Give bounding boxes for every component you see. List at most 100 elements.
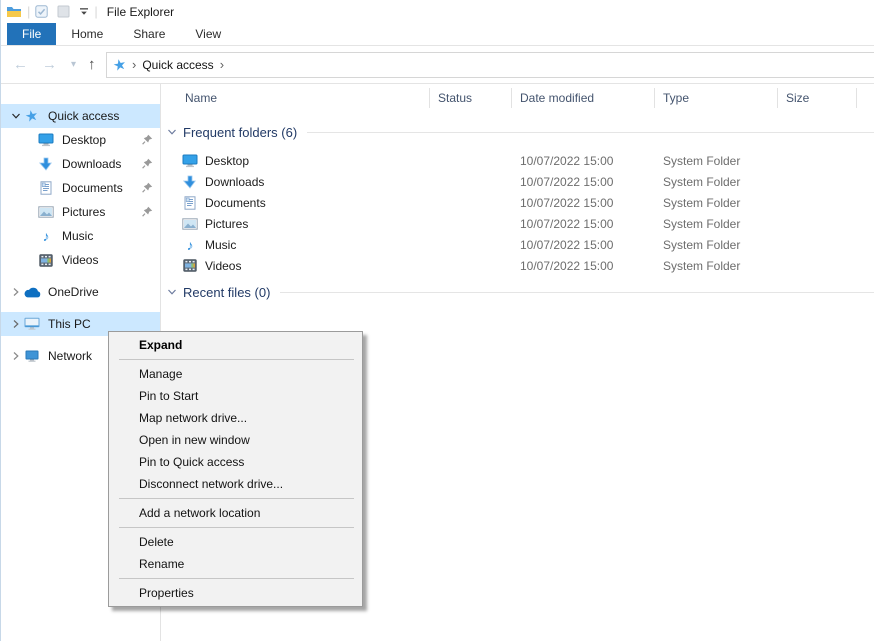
tab-share[interactable]: Share [118, 23, 180, 45]
sidebar-item-desktop[interactable]: Desktop [1, 128, 160, 152]
menu-item-open-in-new-window[interactable]: Open in new window [109, 429, 362, 451]
context-menu: Expand Manage Pin to Start Map network d… [108, 331, 363, 607]
file-type: System Folder [663, 196, 793, 210]
network-icon [23, 350, 41, 363]
file-type: System Folder [663, 217, 793, 231]
sidebar-item-label: Videos [62, 253, 98, 267]
column-header-type[interactable]: Type [655, 88, 778, 108]
back-arrow-icon[interactable]: ← [13, 57, 28, 72]
sidebar-item-label: Pictures [62, 205, 105, 219]
forward-arrow-icon[interactable]: → [42, 57, 57, 72]
chevron-down-icon[interactable] [9, 111, 23, 121]
sidebar-item-videos[interactable]: Videos [1, 248, 160, 272]
menu-separator [119, 359, 354, 360]
group-label: Recent files (0) [183, 285, 270, 300]
file-name: Pictures [205, 217, 520, 231]
downloads-icon [37, 157, 55, 171]
menu-item-manage[interactable]: Manage [109, 363, 362, 385]
videos-icon [182, 259, 198, 272]
menu-item-rename[interactable]: Rename [109, 553, 362, 575]
file-row-desktop[interactable]: Desktop 10/07/2022 15:00 System Folder [161, 150, 874, 171]
column-header-date-modified[interactable]: Date modified [512, 88, 655, 108]
file-row-music[interactable]: ♪ Music 10/07/2022 15:00 System Folder [161, 234, 874, 255]
sidebar-item-downloads[interactable]: Downloads [1, 152, 160, 176]
menu-item-disconnect-network-drive[interactable]: Disconnect network drive... [109, 473, 362, 495]
address-bar[interactable]: ★ › Quick access › [106, 52, 874, 78]
file-row-pictures[interactable]: Pictures 10/07/2022 15:00 System Folder [161, 213, 874, 234]
file-date-modified: 10/07/2022 15:00 [520, 238, 663, 252]
chevron-right-icon[interactable] [9, 287, 23, 297]
group-divider-line [307, 132, 874, 133]
menu-item-pin-to-quick-access[interactable]: Pin to Quick access [109, 451, 362, 473]
onedrive-cloud-icon [23, 287, 41, 298]
sidebar-item-label: This PC [48, 317, 91, 331]
documents-icon [37, 181, 55, 195]
downloads-icon [182, 175, 198, 189]
recent-locations-chevron-icon[interactable]: ▾ [71, 60, 76, 70]
menu-item-map-network-drive[interactable]: Map network drive... [109, 407, 362, 429]
pin-icon [142, 134, 153, 148]
pictures-icon [37, 206, 55, 218]
file-row-downloads[interactable]: Downloads 10/07/2022 15:00 System Folder [161, 171, 874, 192]
tab-view[interactable]: View [180, 23, 236, 45]
sidebar-item-pictures[interactable]: Pictures [1, 200, 160, 224]
ribbon-tab-bar: File Home Share View [1, 23, 874, 46]
menu-separator [119, 498, 354, 499]
sidebar-item-label: Music [62, 229, 93, 243]
chevron-down-icon[interactable] [167, 287, 177, 297]
file-type: System Folder [663, 154, 793, 168]
sidebar-item-label: Downloads [62, 157, 121, 171]
file-explorer-window: | | File Explorer File Home Share View [0, 0, 874, 641]
chevron-down-icon[interactable] [167, 127, 177, 137]
file-row-documents[interactable]: Documents 10/07/2022 15:00 System Folder [161, 192, 874, 213]
file-name: Videos [205, 259, 520, 273]
desktop-icon [37, 133, 55, 147]
documents-icon [182, 196, 198, 210]
sidebar-item-label: Network [48, 349, 92, 363]
group-label: Frequent folders (6) [183, 125, 297, 140]
column-header-row: Name Status Date modified Type Size [161, 84, 874, 112]
file-date-modified: 10/07/2022 15:00 [520, 154, 663, 168]
breadcrumb-quick-access[interactable]: Quick access [142, 58, 213, 72]
menu-item-delete[interactable]: Delete [109, 531, 362, 553]
divider: | [94, 4, 97, 19]
column-header-name[interactable]: Name [161, 88, 430, 108]
sidebar-item-onedrive[interactable]: OneDrive [1, 280, 160, 304]
menu-item-properties[interactable]: Properties [109, 582, 362, 604]
column-header-status[interactable]: Status [430, 88, 512, 108]
column-header-size[interactable]: Size [778, 88, 857, 108]
file-name: Music [205, 238, 520, 252]
group-divider-line [280, 292, 874, 293]
title-bar: | | File Explorer [1, 0, 874, 23]
properties-check-icon[interactable] [35, 5, 48, 18]
file-name: Documents [205, 196, 520, 210]
address-bar-row: ← → ▾ ↑ ★ › Quick access › [1, 46, 874, 84]
tab-file[interactable]: File [7, 23, 56, 45]
pin-icon [142, 182, 153, 196]
menu-item-expand[interactable]: Expand [109, 334, 362, 356]
group-header-recent-files[interactable]: Recent files (0) [167, 284, 874, 300]
up-arrow-icon[interactable]: ↑ [88, 57, 96, 72]
menu-item-add-network-location[interactable]: Add a network location [109, 502, 362, 524]
quick-access-star-icon: ★ [111, 54, 128, 74]
file-row-videos[interactable]: Videos 10/07/2022 15:00 System Folder [161, 255, 874, 276]
sidebar-item-documents[interactable]: Documents [1, 176, 160, 200]
tab-home[interactable]: Home [56, 23, 118, 45]
sidebar-item-label: OneDrive [48, 285, 99, 299]
sidebar-item-quick-access[interactable]: ★ Quick access [1, 104, 160, 128]
menu-separator [119, 578, 354, 579]
breadcrumb-chevron-icon[interactable]: › [132, 57, 136, 72]
sidebar-item-music[interactable]: ♪ Music [1, 224, 160, 248]
group-header-frequent-folders[interactable]: Frequent folders (6) [167, 124, 874, 140]
file-date-modified: 10/07/2022 15:00 [520, 196, 663, 210]
customize-qat-dropdown-icon[interactable] [79, 7, 89, 16]
pin-icon [142, 206, 153, 220]
breadcrumb-chevron-icon[interactable]: › [220, 57, 224, 72]
new-item-icon[interactable] [57, 5, 70, 18]
chevron-right-icon[interactable] [9, 319, 23, 329]
file-name: Desktop [205, 154, 520, 168]
file-name: Downloads [205, 175, 520, 189]
menu-item-pin-to-start[interactable]: Pin to Start [109, 385, 362, 407]
videos-icon [37, 254, 55, 267]
chevron-right-icon[interactable] [9, 351, 23, 361]
